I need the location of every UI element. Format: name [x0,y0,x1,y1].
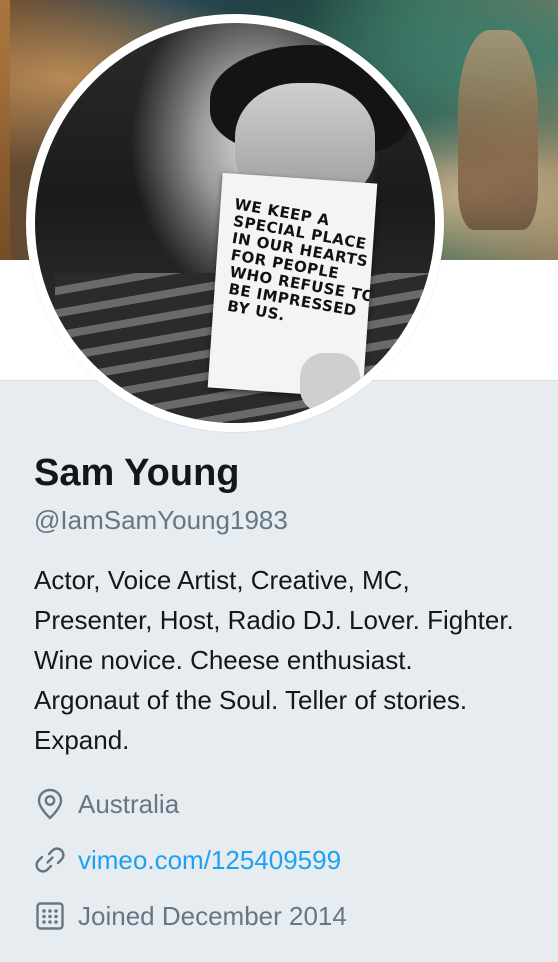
location-row: Australia [34,776,544,832]
website-link[interactable]: vimeo.com/125409599 [78,845,341,876]
profile-meta: Australia vimeo.com/125409599 Joined Dec… [34,776,544,944]
profile-page: WE KEEP A SPECIAL PLACE IN OUR HEARTS FO… [0,0,558,962]
location-text: Australia [78,788,180,819]
bio-line: Wine novice. Cheese enthusiast. [34,645,413,675]
profile-info: Sam Young @IamSamYoung1983 Actor, Voice … [34,450,544,944]
bio-line: Presenter, Host, Radio DJ. Lover. Fighte… [34,605,514,635]
joined-text: Joined December 2014 [78,900,347,931]
calendar-icon [34,900,66,932]
profile-bio: Actor, Voice Artist, Creative, MC, Prese… [34,560,554,760]
link-icon [34,844,66,876]
bio-line: Argonaut of the Soul. Teller of stories. [34,685,468,715]
profile-name[interactable]: Sam Young [34,450,544,496]
joined-row: Joined December 2014 [34,888,544,944]
location-pin-icon [34,788,66,820]
profile-handle[interactable]: @IamSamYoung1983 [34,504,544,536]
avatar-photo: WE KEEP A SPECIAL PLACE IN OUR HEARTS FO… [35,23,435,423]
avatar[interactable]: WE KEEP A SPECIAL PLACE IN OUR HEARTS FO… [26,14,444,432]
avatar-hand [300,353,360,413]
banner-decoration [0,0,10,260]
website-row: vimeo.com/125409599 [34,832,544,888]
bio-expand[interactable]: Expand. [34,720,554,760]
banner-figure [458,30,538,230]
bio-line: Actor, Voice Artist, Creative, MC, [34,565,410,595]
